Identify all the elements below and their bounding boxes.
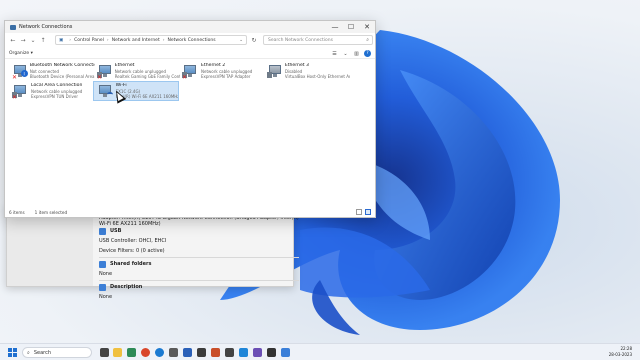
app-icon[interactable]	[253, 348, 262, 357]
search-icon: ⌕	[366, 37, 369, 43]
network-folder-icon	[10, 24, 16, 30]
view-toggle	[356, 209, 371, 215]
tiles-view-icon[interactable]	[365, 209, 371, 215]
breadcrumb-control-panel[interactable]: Control Panel	[74, 38, 104, 43]
shared-folders-section[interactable]: Shared folders	[99, 259, 299, 269]
connections-list: ᛒ ✕ Bluetooth Network Connection Not con…	[5, 61, 375, 209]
description-section[interactable]: Description	[99, 282, 299, 292]
ethernet-icon: ✕	[12, 84, 28, 101]
connection-device: Realtek Gaming GbE Family Contr...	[114, 74, 180, 80]
divider	[99, 280, 299, 281]
shared-folders-title: Shared folders	[110, 261, 152, 267]
connection-device: VirtualBox Host-Only Ethernet Ad...	[284, 74, 350, 80]
list-item[interactable]: Ethernet 3 Disabled VirtualBox Host-Only…	[264, 62, 350, 82]
search-placeholder: Search Network Connections	[268, 37, 333, 43]
organize-button[interactable]: Organize ▾	[9, 51, 33, 56]
selection-count: 1 item selected	[34, 210, 68, 215]
help-icon[interactable]: ?	[364, 50, 371, 57]
browser-icon[interactable]	[141, 348, 150, 357]
bluetooth-network-icon: ᛒ ✕	[12, 64, 28, 81]
description-value: None	[99, 294, 113, 300]
search-icon: ⌕	[27, 349, 30, 356]
view-dropdown-icon[interactable]: ⌄	[342, 50, 349, 57]
refresh-icon[interactable]: ↻	[249, 35, 259, 45]
wifi-icon	[97, 84, 113, 100]
network-connections-taskbar-icon[interactable]	[281, 348, 290, 357]
address-dropdown-icon[interactable]: ⌄	[239, 38, 243, 43]
status-bar: 6 items 1 item selected	[5, 208, 375, 217]
breadcrumb-sep: ›	[162, 37, 165, 43]
title-bar[interactable]: Network Connections — ☐ ✕	[5, 21, 375, 33]
usb-title: USB	[110, 228, 122, 234]
app-icon[interactable]	[211, 348, 220, 357]
connection-device: Bluetooth Device (Personal Area ...	[29, 74, 95, 80]
recent-dropdown-icon[interactable]: ⌄	[28, 36, 38, 46]
task-view-icon[interactable]	[100, 348, 109, 357]
folder-icon	[99, 260, 106, 268]
search-input[interactable]: Search Network Connections ⌕	[263, 35, 373, 45]
device-filters-text: Device Filters: 0 (0 active)	[99, 248, 165, 254]
ethernet-disabled-icon	[267, 64, 282, 80]
maximize-button[interactable]: ☐	[343, 21, 359, 33]
background-content: Adapter: Intel(R) 82574L Gigabit Network…	[99, 215, 299, 302]
background-left-panel	[7, 206, 93, 286]
edge-icon[interactable]	[155, 348, 164, 357]
terminal-icon[interactable]	[197, 348, 206, 357]
description-icon	[99, 283, 106, 291]
system-clock[interactable]: 22:28 28-03-2023	[609, 346, 632, 358]
breadcrumb-sep: ›	[106, 37, 109, 43]
up-arrow-icon[interactable]: ↑	[38, 36, 48, 46]
minimize-button[interactable]: —	[327, 21, 343, 33]
ethernet-icon: ✕	[97, 64, 112, 81]
divider	[99, 257, 299, 258]
device-filters-row: Device Filters: 0 (0 active)	[99, 246, 299, 256]
forward-arrow-icon[interactable]: →	[18, 36, 28, 46]
command-bar: Organize ▾ ☰ ⌄ ▥ ?	[5, 49, 375, 59]
connection-device: ExpressVPN TAP Adapter	[201, 74, 251, 80]
list-item[interactable]: ᛒ ✕ Bluetooth Network Connection Not con…	[9, 62, 95, 82]
list-item-selected[interactable]: Wi-Fi EX1C (2.4G) Intel(R) Wi-Fi 6E AX21…	[93, 81, 179, 101]
close-button[interactable]: ✕	[359, 21, 375, 33]
shared-folders-value-row: None	[99, 269, 299, 279]
description-title: Description	[110, 284, 143, 290]
connection-device: ExpressVPN TUN Driver	[31, 94, 78, 100]
list-item[interactable]: ✕ Ethernet Network cable unplugged Realt…	[94, 62, 180, 82]
item-count: 6 items	[9, 210, 25, 215]
navigation-bar: ← → ⌄ ↑ ▣ › Control Panel › Network and …	[5, 34, 375, 47]
usb-controller-text: USB Controller: OHCI, EHCI	[99, 238, 167, 244]
usb-controller-row: USB Controller: OHCI, EHCI	[99, 236, 299, 246]
clock-date: 28-03-2023	[608, 352, 632, 357]
description-value-row: None	[99, 292, 299, 302]
app-icon[interactable]	[127, 348, 136, 357]
breadcrumb-sep: ›	[69, 37, 72, 43]
breadcrumb-network-connections[interactable]: Network Connections	[168, 38, 216, 43]
app-icon[interactable]	[225, 348, 234, 357]
app-icon[interactable]	[267, 348, 276, 357]
usb-icon	[99, 227, 106, 235]
taskbar-search-label: Search	[33, 349, 51, 356]
list-item[interactable]: ✕ Ethernet 2 Network cable unplugged Exp…	[179, 62, 265, 82]
address-bar[interactable]: ▣ › Control Panel › Network and Internet…	[55, 35, 247, 45]
view-options-icon[interactable]: ☰	[331, 50, 338, 57]
window-title: Network Connections	[19, 24, 73, 30]
network-connections-window[interactable]: Network Connections — ☐ ✕ ← → ⌄ ↑ ▣ › Co…	[4, 20, 376, 218]
file-explorer-icon[interactable]	[113, 348, 122, 357]
preview-pane-icon[interactable]: ▥	[353, 50, 360, 57]
shared-folders-value: None	[99, 271, 113, 277]
control-panel-icon: ▣	[59, 37, 64, 43]
back-arrow-icon[interactable]: ←	[8, 36, 18, 46]
ethernet-icon: ✕	[182, 64, 198, 81]
app-icon[interactable]	[169, 348, 178, 357]
taskbar-search[interactable]: ⌕ Search	[22, 347, 92, 358]
list-item[interactable]: ✕ Local Area Connection Network cable un…	[9, 82, 95, 102]
window-controls: — ☐ ✕	[327, 21, 375, 33]
details-view-icon[interactable]	[356, 209, 362, 215]
breadcrumb-network-and-internet[interactable]: Network and Internet	[112, 38, 160, 43]
start-button[interactable]	[8, 348, 17, 357]
usb-section[interactable]: USB	[99, 226, 299, 236]
command-right: ☰ ⌄ ▥ ?	[331, 50, 371, 57]
app-icon[interactable]	[183, 348, 192, 357]
taskbar: ⌕ Search 22:28 28-03-2023	[0, 343, 640, 360]
skype-icon[interactable]	[239, 348, 248, 357]
